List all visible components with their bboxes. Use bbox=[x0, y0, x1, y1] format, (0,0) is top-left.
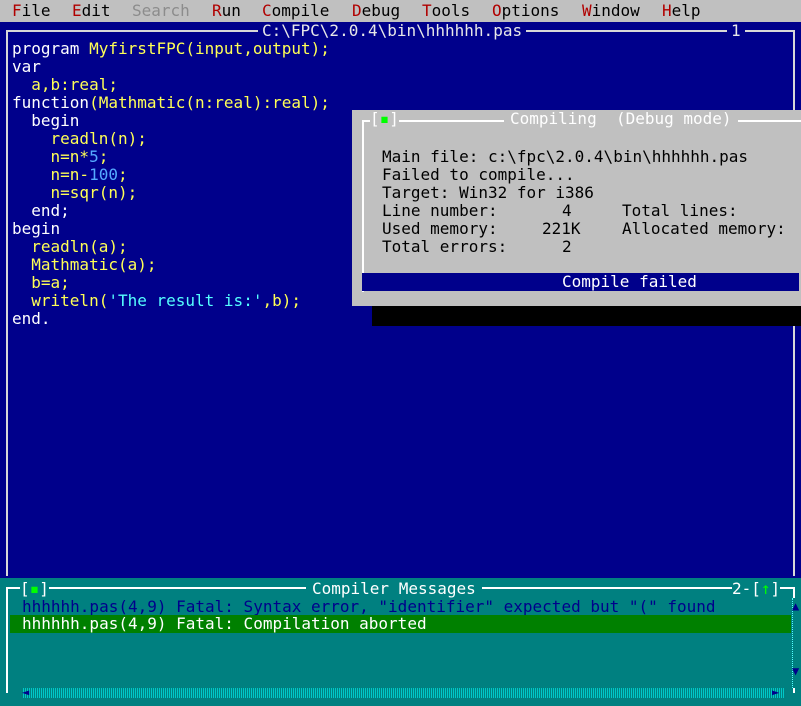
editor-frame-left bbox=[6, 30, 8, 576]
code-line-7[interactable]: n=n*5; bbox=[12, 148, 109, 166]
code-line-12[interactable]: readln(a); bbox=[12, 238, 127, 256]
menu-label: ebug bbox=[361, 1, 401, 20]
messages-window-number: 2 bbox=[732, 579, 742, 598]
menu-file[interactable]: File bbox=[12, 2, 51, 20]
code-line-5[interactable]: begin bbox=[12, 112, 79, 130]
messages-horizontal-scrollbar[interactable] bbox=[22, 688, 784, 698]
messages-frame-left bbox=[6, 587, 8, 693]
menu-label: dit bbox=[81, 1, 111, 20]
menu-hotkey: D bbox=[352, 1, 362, 20]
menu-run[interactable]: Run bbox=[212, 2, 241, 20]
menu-label: ile bbox=[21, 1, 51, 20]
code-line-13[interactable]: Mathmatic(a); bbox=[12, 256, 156, 274]
menu-debug[interactable]: Debug bbox=[352, 2, 400, 20]
code-line-1[interactable]: program MyfirstFPC(input,output); bbox=[12, 40, 330, 58]
menu-hotkey: T bbox=[422, 1, 432, 20]
total-lines-label: Total lines: bbox=[622, 201, 738, 220]
menu-compile[interactable]: Compile bbox=[262, 2, 329, 20]
scroll-left-arrow-icon[interactable]: ◄ bbox=[22, 683, 29, 701]
menu-label: ompile bbox=[271, 1, 330, 20]
line-number-value: 4 bbox=[562, 201, 572, 220]
menu-help[interactable]: Help bbox=[662, 2, 701, 20]
menu-bar: File Edit Search Run Compile Debug Tools… bbox=[0, 0, 801, 22]
menu-hotkey: C bbox=[262, 1, 272, 20]
menu-hotkey: O bbox=[492, 1, 502, 20]
code-line-4[interactable]: function(Mathmatic(n:real):real); bbox=[12, 94, 330, 112]
menu-label: ptions bbox=[501, 1, 560, 20]
menu-edit[interactable]: Edit bbox=[72, 2, 111, 20]
menu-label: indow bbox=[591, 1, 640, 20]
total-errors-label: Total errors: bbox=[382, 237, 508, 256]
used-memory-value: 221K bbox=[542, 219, 581, 238]
menu-label: Search bbox=[132, 1, 190, 20]
message-line-selected[interactable]: hhhhhh.pas(4,9) Fatal: Compilation abort… bbox=[22, 615, 427, 633]
code-line-11[interactable]: begin bbox=[12, 220, 60, 238]
menu-options[interactable]: Options bbox=[492, 2, 559, 20]
code-line-3[interactable]: a,b:real; bbox=[12, 76, 118, 94]
code-line-2[interactable]: var bbox=[12, 58, 41, 76]
code-line-10[interactable]: end; bbox=[12, 202, 70, 220]
dialog-title: Compiling (Debug mode) bbox=[504, 110, 738, 128]
scroll-right-arrow-icon[interactable]: ► bbox=[772, 683, 779, 701]
menu-search[interactable]: Search bbox=[132, 2, 190, 20]
messages-title: Compiler Messages bbox=[306, 580, 482, 598]
menu-window[interactable]: Window bbox=[582, 2, 640, 20]
menu-hotkey: H bbox=[662, 1, 672, 20]
menu-label: elp bbox=[671, 1, 701, 20]
editor-window-number: 1 bbox=[727, 22, 745, 40]
code-line-14[interactable]: b=a; bbox=[12, 274, 70, 292]
menu-label: ools bbox=[431, 1, 471, 20]
main-file-text: Main file: c:\fpc\2.0.4\bin\hhhhhh.pas bbox=[382, 147, 749, 166]
menu-tools[interactable]: Tools bbox=[422, 2, 470, 20]
menu-hotkey: W bbox=[582, 1, 592, 20]
used-memory-label: Used memory: bbox=[382, 219, 498, 238]
dialog-close-button[interactable]: [▪] bbox=[370, 110, 399, 128]
target-text: Target: Win32 for i386 bbox=[382, 183, 594, 202]
menu-hotkey: E bbox=[72, 1, 82, 20]
dialog-shadow bbox=[372, 306, 801, 326]
code-line-6[interactable]: readln(n); bbox=[12, 130, 147, 148]
allocated-memory-label: Allocated memory: bbox=[622, 219, 786, 238]
scroll-up-arrow-icon[interactable]: ▲ bbox=[792, 597, 799, 615]
code-line-9[interactable]: n=sqr(n); bbox=[12, 184, 138, 202]
code-line-16[interactable]: end. bbox=[12, 310, 51, 328]
messages-zoom-button[interactable]: 2-[↑] bbox=[732, 579, 781, 598]
menu-hotkey: F bbox=[12, 1, 22, 20]
menu-label: un bbox=[221, 1, 241, 20]
compile-status-text: Failed to compile... bbox=[382, 165, 575, 184]
line-number-label: Line number: bbox=[382, 201, 498, 220]
dialog-result-text: Compile failed bbox=[562, 272, 697, 291]
total-errors-value: 2 bbox=[562, 237, 572, 256]
messages-close-button[interactable]: [▪] bbox=[20, 580, 49, 598]
code-line-8[interactable]: n=n-100; bbox=[12, 166, 128, 184]
editor-title: C:\FPC\2.0.4\bin\hhhhhh.pas bbox=[258, 22, 527, 40]
scroll-down-arrow-icon[interactable]: ▼ bbox=[792, 662, 799, 680]
menu-hotkey: R bbox=[212, 1, 222, 20]
code-line-15[interactable]: writeln('The result is:',b); bbox=[12, 292, 301, 310]
